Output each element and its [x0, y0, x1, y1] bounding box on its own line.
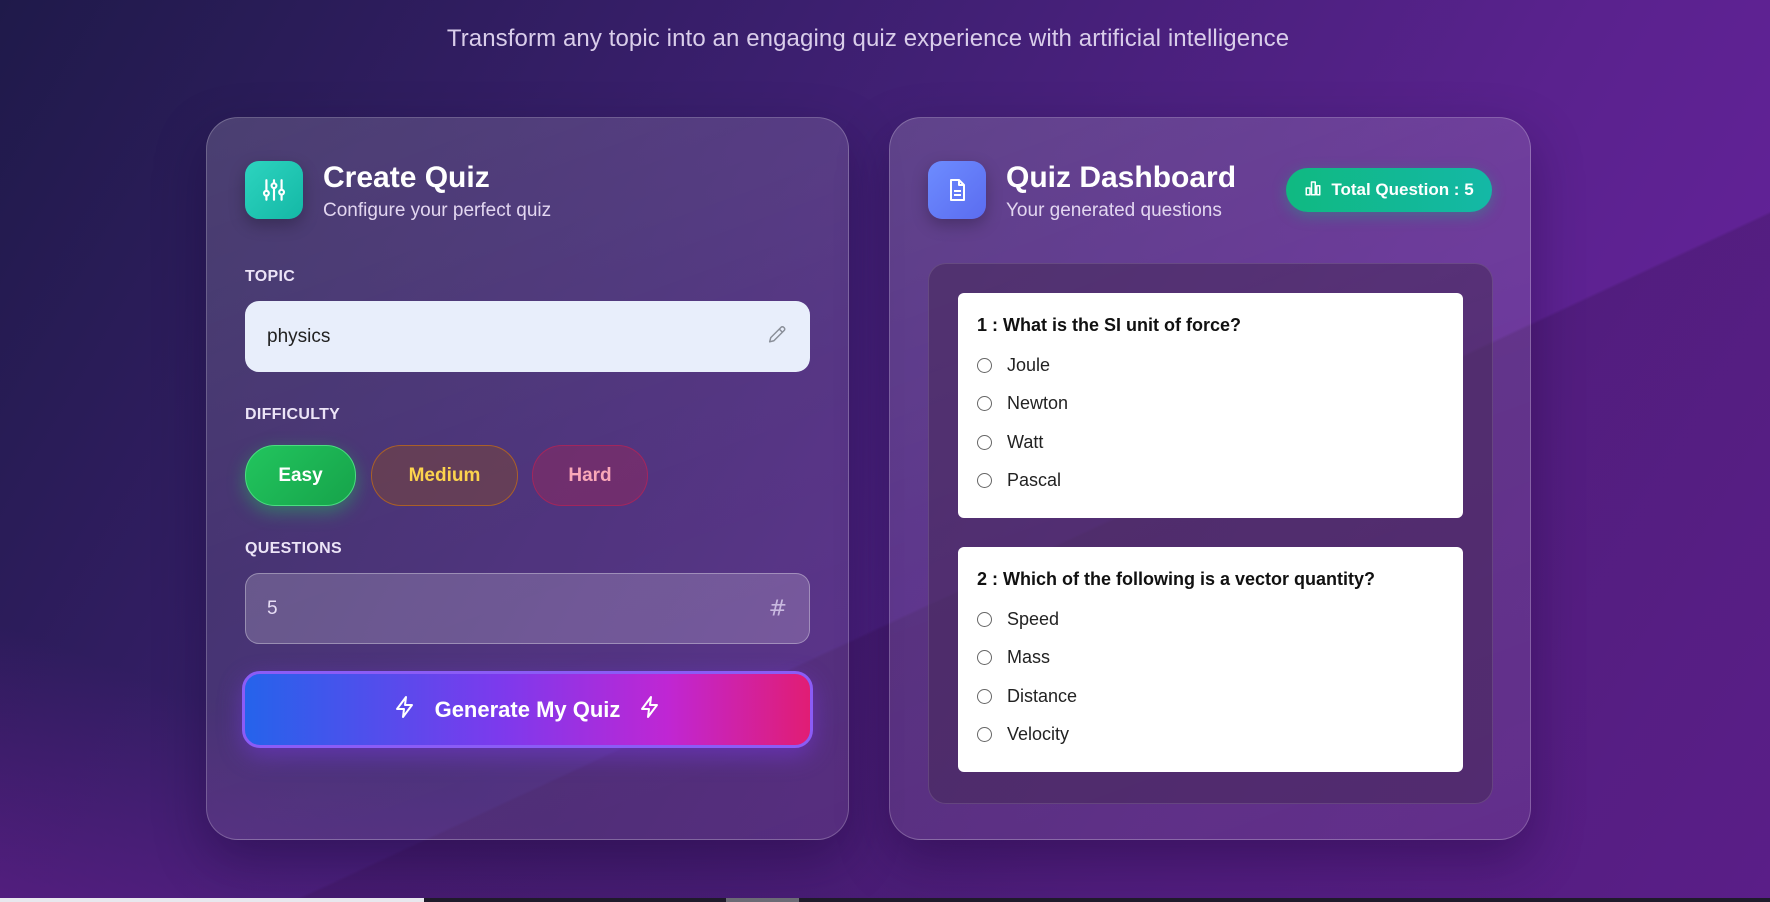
question-card: 1 : What is the SI unit of force? Joule … — [958, 293, 1463, 518]
difficulty-label: DIFFICULTY — [245, 406, 341, 423]
total-questions-label: Total Question : 5 — [1331, 180, 1474, 199]
topic-label: TOPIC — [245, 268, 296, 285]
answer-option[interactable]: Speed — [977, 600, 1444, 639]
radio-button[interactable] — [977, 357, 992, 373]
option-label: Velocity — [1007, 724, 1070, 745]
option-label: Newton — [1007, 393, 1069, 414]
radio-button[interactable] — [977, 434, 992, 450]
answer-option[interactable]: Distance — [977, 677, 1444, 716]
generate-quiz-label: Generate My Quiz — [434, 696, 621, 722]
answer-option[interactable]: Velocity — [977, 716, 1444, 755]
topic-input[interactable] — [245, 301, 810, 372]
questions-panel[interactable]: 1 : What is the SI unit of force? Joule … — [928, 263, 1493, 804]
bottom-bar — [0, 898, 1770, 902]
bolt-icon — [393, 694, 417, 726]
bar-chart-icon — [1304, 179, 1322, 202]
create-quiz-card: Create Quiz Configure your perfect quiz … — [206, 117, 849, 840]
answer-option[interactable]: Newton — [977, 385, 1444, 424]
create-quiz-subtitle: Configure your perfect quiz — [323, 200, 552, 221]
radio-button[interactable] — [977, 396, 992, 412]
quiz-dashboard-card: Quiz Dashboard Your generated questions … — [889, 117, 1531, 840]
radio-button[interactable] — [977, 473, 992, 489]
hash-icon: # — [768, 596, 787, 621]
radio-button[interactable] — [977, 688, 992, 704]
option-label: Speed — [1007, 608, 1060, 629]
answer-option[interactable]: Joule — [977, 346, 1444, 385]
difficulty-medium-button[interactable]: Medium — [371, 445, 518, 506]
question-card: 2 : Which of the following is a vector q… — [958, 547, 1463, 772]
answer-option[interactable]: Pascal — [977, 462, 1444, 501]
option-label: Distance — [1007, 685, 1078, 706]
question-text: 2 : Which of the following is a vector q… — [977, 569, 1376, 589]
bottom-bar-segment — [726, 898, 799, 902]
answer-option[interactable]: Watt — [977, 423, 1444, 462]
answer-option[interactable]: Mass — [977, 639, 1444, 678]
questions-label: QUESTIONS — [245, 540, 342, 557]
total-questions-badge: Total Question : 5 — [1286, 168, 1492, 212]
option-label: Joule — [1007, 354, 1051, 375]
questions-field: # — [245, 573, 810, 644]
topic-field — [245, 301, 810, 372]
difficulty-hard-button[interactable]: Hard — [532, 445, 648, 506]
pencil-icon — [766, 323, 788, 350]
question-text: 1 : What is the SI unit of force? — [977, 315, 1242, 335]
difficulty-easy-button[interactable]: Easy — [245, 445, 356, 506]
create-quiz-title: Create Quiz — [323, 161, 490, 194]
tagline: Transform any topic into an engaging qui… — [446, 25, 1290, 52]
radio-button[interactable] — [977, 727, 992, 743]
option-label: Watt — [1007, 431, 1044, 452]
dashboard-subtitle: Your generated questions — [1006, 200, 1222, 221]
radio-button[interactable] — [977, 650, 992, 666]
option-label: Mass — [1007, 647, 1051, 668]
questions-count-input[interactable] — [246, 574, 809, 643]
questions-list: 1 : What is the SI unit of force? Joule … — [958, 293, 1463, 777]
generate-quiz-button[interactable]: Generate My Quiz — [242, 671, 813, 748]
bottom-bar-segment — [0, 898, 424, 902]
radio-button[interactable] — [977, 611, 992, 627]
dashboard-title: Quiz Dashboard — [1006, 161, 1237, 194]
document-icon — [928, 161, 986, 219]
sliders-icon — [245, 161, 303, 219]
bolt-icon — [638, 694, 662, 726]
option-label: Pascal — [1007, 470, 1062, 491]
